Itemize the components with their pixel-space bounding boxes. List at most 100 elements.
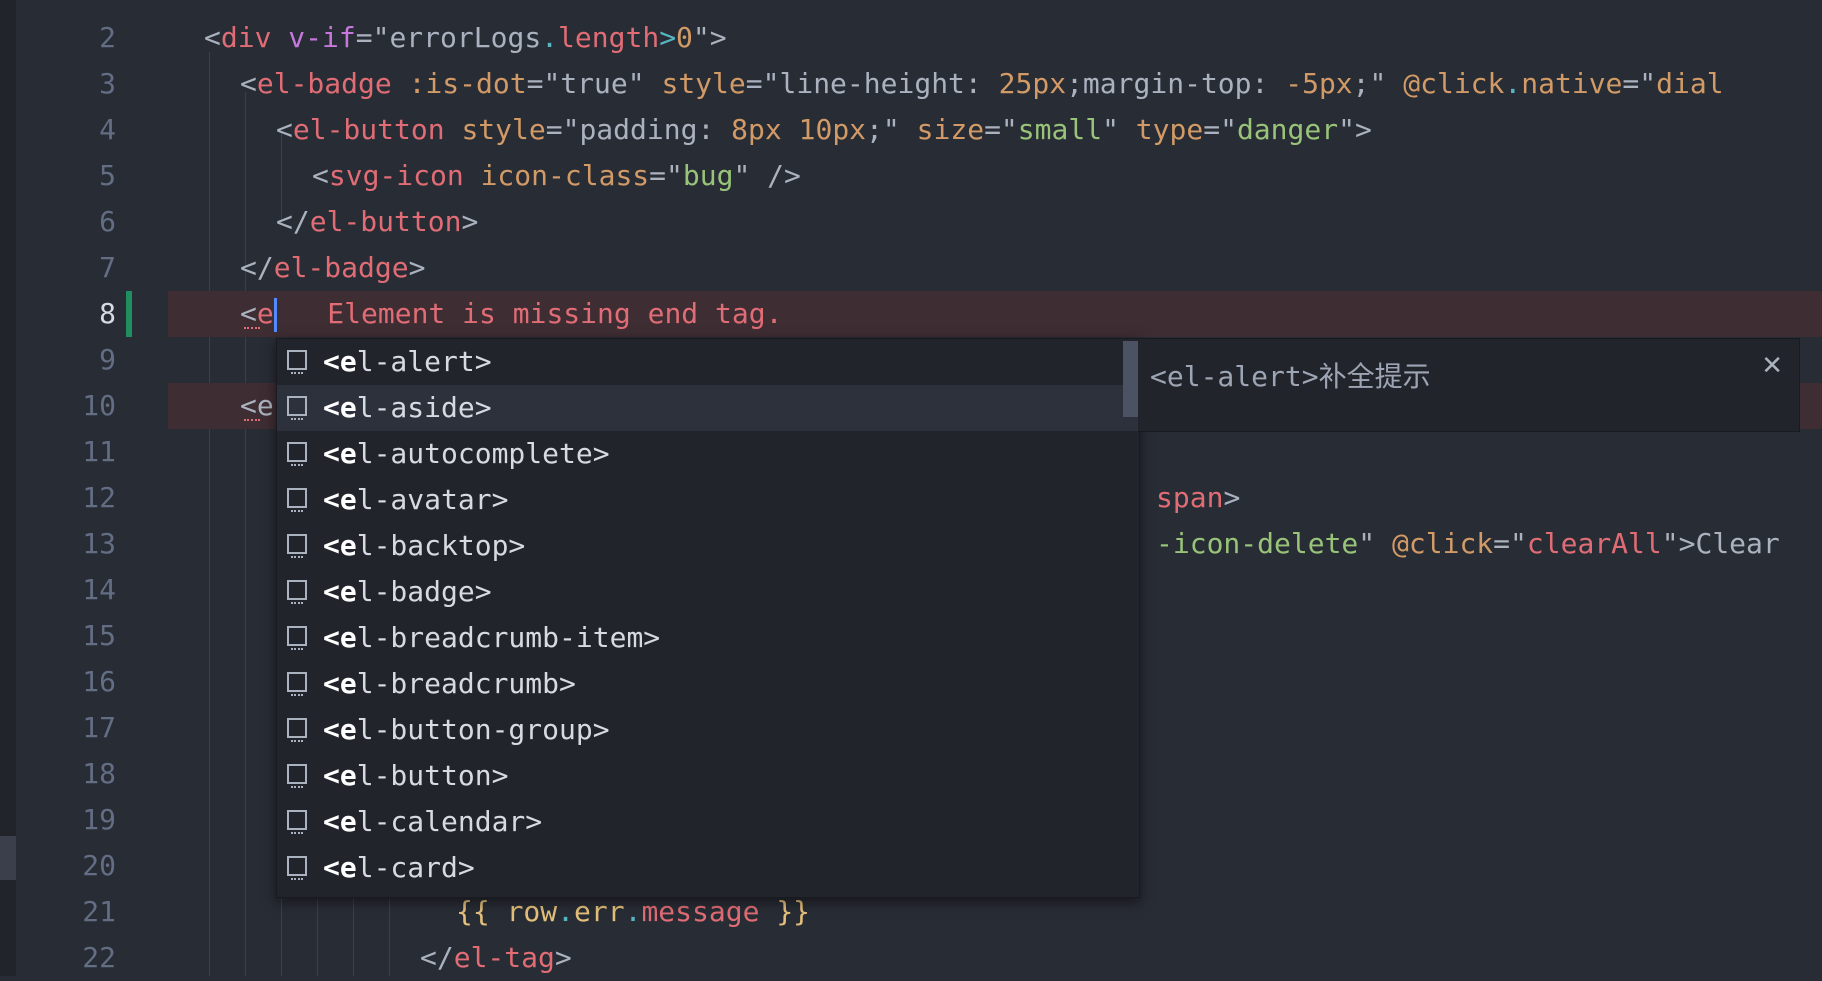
line-number: 18 <box>82 757 116 790</box>
code-token: native <box>1521 67 1623 100</box>
git-modified-marker <box>126 291 132 337</box>
code-token: " <box>1358 527 1393 560</box>
code-token: type <box>1135 113 1204 146</box>
code-token: 8px <box>731 113 782 146</box>
suggest-item[interactable]: <el-card> <box>277 845 1139 891</box>
suggest-item-match: <e <box>323 805 357 838</box>
code-token: @click <box>1392 527 1494 560</box>
code-token: el-button <box>309 205 462 238</box>
line-number: 7 <box>99 251 116 284</box>
code-tail-text: -icon-delete" @click="clearAll">Clear <box>1156 521 1780 567</box>
symbol-snippet-icon <box>287 856 307 880</box>
code-line[interactable]: 22 </el-tag> <box>16 935 1822 981</box>
suggest-scrollbar[interactable] <box>1123 341 1139 417</box>
line-number: 21 <box>82 895 116 928</box>
symbol-snippet-icon <box>287 488 307 512</box>
code-token: size <box>916 113 985 146</box>
code-token: div <box>220 21 272 54</box>
code-text: <svg-icon icon-class="bug" /> <box>312 153 801 199</box>
code-token: < <box>240 67 257 100</box>
code-token: el-tag <box>453 941 555 974</box>
line-number: 20 <box>82 849 116 882</box>
suggest-item[interactable]: <el-badge> <box>277 569 1139 615</box>
code-token: "> <box>692 21 727 54</box>
symbol-snippet-icon <box>287 580 307 604</box>
code-token: span <box>1156 481 1224 514</box>
code-token: clearAll <box>1526 527 1662 560</box>
suggest-widget[interactable]: <el-alert> <el-aside> <el-autocomplete> <el… <box>276 338 1140 898</box>
line-number: 12 <box>82 481 116 514</box>
code-line[interactable]: 3 <el-badge :is-dot="true" style="line-he… <box>16 61 1822 107</box>
code-line[interactable]: 8 <e Element is missing end tag. <box>16 291 1822 337</box>
line-number: 4 <box>99 113 116 146</box>
code-token: > <box>408 251 426 284</box>
code-token: :is-dot <box>408 67 527 100</box>
line-number: 14 <box>82 573 116 606</box>
code-token: -icon-delete <box>1156 527 1359 560</box>
code-token: el-badge <box>256 67 392 100</box>
code-token: =" <box>545 113 580 146</box>
suggest-item[interactable]: <el-breadcrumb> <box>277 661 1139 707</box>
code-token: {{ <box>456 895 507 928</box>
suggest-item[interactable]: <el-button> <box>277 753 1139 799</box>
symbol-snippet-icon <box>287 764 307 788</box>
close-icon[interactable]: ✕ <box>1761 351 1783 381</box>
code-token: style <box>461 113 546 146</box>
code-token: </ <box>240 251 274 284</box>
line-number: 2 <box>99 21 116 54</box>
suggest-item-match: <e <box>323 391 357 424</box>
line-number: 10 <box>82 389 116 422</box>
code-token: danger <box>1236 113 1339 146</box>
suggest-item[interactable]: <el-avatar> <box>277 477 1139 523</box>
code-token: < <box>276 113 293 146</box>
code-token: > <box>1223 481 1241 514</box>
suggest-item[interactable]: <el-backtop> <box>277 523 1139 569</box>
code-token: =" <box>649 159 683 192</box>
suggest-item[interactable]: <el-calendar> <box>277 799 1139 845</box>
suggest-item[interactable]: <el-autocomplete> <box>277 431 1139 477</box>
suggest-item-match: <e <box>323 713 357 746</box>
code-token: 10px <box>798 113 867 146</box>
activity-bar-active-item[interactable] <box>0 836 16 880</box>
code-token: bug <box>682 159 734 192</box>
code-text: <e Element is missing end tag. <box>240 291 782 337</box>
code-token: . <box>624 895 642 928</box>
line-number: 13 <box>82 527 116 560</box>
suggest-details-panel: <el-alert>补全提示 ✕ <box>1138 338 1800 432</box>
code-token: padding: <box>579 113 732 146</box>
suggest-item-match: <e <box>323 851 357 884</box>
line-number: 17 <box>82 711 116 744</box>
symbol-snippet-icon <box>287 672 307 696</box>
suggest-item-label: l-alert> <box>356 345 492 378</box>
symbol-snippet-icon <box>287 810 307 834</box>
code-token: line-height: <box>779 67 999 100</box>
suggest-item[interactable]: <el-button-group> <box>277 707 1139 753</box>
code-line[interactable]: 6 </el-button> <box>16 199 1822 245</box>
suggest-list[interactable]: <el-alert> <el-aside> <el-autocomplete> <el… <box>277 339 1139 891</box>
code-token: svg-icon <box>328 159 464 192</box>
code-token: }} <box>759 895 811 928</box>
suggest-item[interactable]: <el-aside> <box>277 385 1139 431</box>
code-token: dial <box>1656 67 1724 100</box>
code-line[interactable]: 5 <svg-icon icon-class="bug" /> <box>16 153 1822 199</box>
suggest-item[interactable]: <el-alert> <box>277 339 1139 385</box>
suggest-item[interactable]: <el-breadcrumb-item> <box>277 615 1139 661</box>
code-line[interactable]: 4 <el-button style="padding: 8px 10px;" s… <box>16 107 1822 153</box>
suggest-item-label: l-avatar> <box>356 483 509 516</box>
symbol-snippet-icon <box>287 534 307 558</box>
code-token: > <box>461 205 479 238</box>
suggest-item-label: l-card> <box>356 851 475 884</box>
suggest-item-label: l-breadcrumb-item> <box>356 621 661 654</box>
code-token: . <box>541 21 559 54</box>
code-line[interactable]: 7 </el-badge> <box>16 245 1822 291</box>
code-text: </el-tag> <box>420 935 572 981</box>
suggest-item-match: <e <box>323 437 357 470</box>
line-number: 3 <box>99 67 116 100</box>
code-line[interactable]: 2 <div v-if="errorLogs.length>0"> <box>16 15 1822 61</box>
code-token: @click <box>1403 67 1505 100</box>
code-token: =" <box>745 67 780 100</box>
